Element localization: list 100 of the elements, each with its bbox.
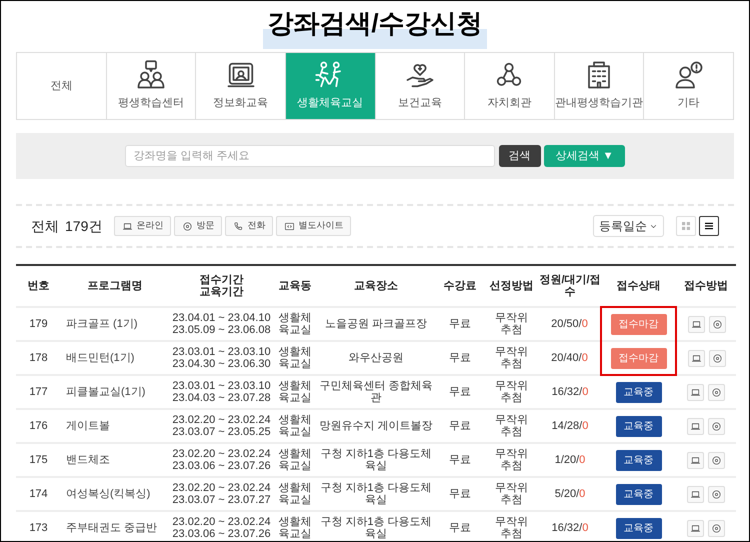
program-name[interactable]: 여성복싱(킥복싱) <box>61 477 169 511</box>
people-icon <box>136 60 166 90</box>
row-number: 177 <box>16 375 61 409</box>
filter-button[interactable]: 전화 <box>225 216 274 236</box>
apply-period: 23.04.01 ~ 23.04.10 <box>171 312 272 324</box>
apply-period: 23.03.01 ~ 23.03.10 <box>171 346 272 358</box>
apply-period: 23.02.20 ~ 23.02.24 <box>171 414 272 426</box>
row-number: 173 <box>16 511 61 541</box>
selection-method: 무작위추첨 <box>484 341 539 375</box>
place-name: 구민체육센터 종합체육관 <box>316 375 436 409</box>
location-icon <box>711 420 722 432</box>
course-period: 23.03.07 ~ 23.05.25 <box>171 426 272 438</box>
column-header: 교육장소 <box>316 265 436 307</box>
status-badge: 접수마감 <box>610 314 666 334</box>
program-name[interactable]: 파크골프 (1기) <box>61 307 169 341</box>
program-name[interactable]: 피클볼교실(1기) <box>61 375 169 409</box>
quota-count: 16/32/0 <box>552 522 588 534</box>
program-name[interactable]: 게이트볼 <box>61 409 169 443</box>
laptop-icon <box>690 352 702 364</box>
place-name: 노을공원 파크골프장 <box>316 307 436 341</box>
program-name[interactable]: 밴드체조 <box>61 443 169 477</box>
list-view-button[interactable] <box>699 216 719 236</box>
status-badge: 교육중 <box>616 518 662 538</box>
fee: 무료 <box>436 443 484 477</box>
location-icon <box>182 220 194 232</box>
building-name: 생활체육교실 <box>274 511 316 541</box>
column-header: 선정방법 <box>484 265 539 307</box>
laptop-icon <box>122 220 134 232</box>
quota-count: 1/20/0 <box>554 454 586 466</box>
location-icon <box>711 488 722 500</box>
fee: 무료 <box>436 409 484 443</box>
grid-icon <box>682 222 690 230</box>
program-name[interactable]: 배드민턴(1기) <box>61 341 169 375</box>
row-number: 179 <box>16 307 61 341</box>
course-period: 23.04.03 ~ 23.07.28 <box>171 392 272 404</box>
status-badge: 교육중 <box>616 382 662 402</box>
column-header: 접수상태 <box>601 265 676 307</box>
place-name: 와우산공원 <box>316 341 436 375</box>
column-header: 정원/대기/접수 <box>539 265 601 307</box>
search-field[interactable]: 강좌명을 입력해 주세요 <box>124 145 495 167</box>
building-name: 생활체육교실 <box>274 409 316 443</box>
code-window-icon <box>284 220 296 232</box>
search-button[interactable]: 검색 <box>498 145 541 167</box>
row-number: 174 <box>16 477 61 511</box>
sort-select[interactable]: 등록일순 <box>593 215 664 237</box>
column-header: 번호 <box>16 265 61 307</box>
course-period: 23.04.30 ~ 23.06.30 <box>171 358 272 370</box>
building-name: 생활체육교실 <box>274 341 316 375</box>
quota-count: 20/50/0 <box>551 318 588 330</box>
selection-method: 무작위추첨 <box>484 375 539 409</box>
status-badge: 교육중 <box>616 416 662 436</box>
building-name: 생활체육교실 <box>274 307 316 341</box>
laptop-icon <box>690 386 701 398</box>
place-name: 구청 지하1층 다용도체육실 <box>316 443 436 477</box>
place-name: 구청 지하1층 다용도체육실 <box>316 477 436 511</box>
laptop-icon <box>690 318 702 330</box>
column-header: 접수기간 교육기간 <box>169 265 274 307</box>
row-number: 176 <box>16 409 61 443</box>
filter-button[interactable]: 별도사이트 <box>276 216 352 236</box>
course-period: 23.03.06 ~ 23.07.26 <box>171 460 272 472</box>
program-name[interactable]: 주부태권도 중급반 <box>61 511 169 541</box>
apply-period: 23.02.20 ~ 23.02.24 <box>171 482 272 494</box>
total-label: 전체 <box>31 216 59 236</box>
column-header: 수강료 <box>436 265 484 307</box>
quota-count: 20/40/0 <box>551 352 588 364</box>
location-icon <box>711 522 722 534</box>
building-name: 생활체육교실 <box>274 375 316 409</box>
laptop-icon <box>690 488 701 500</box>
course-period: 23.03.06 ~ 23.07.26 <box>171 528 272 540</box>
selection-method: 무작위추첨 <box>484 409 539 443</box>
status-badge: 교육중 <box>616 450 662 470</box>
fee: 무료 <box>436 511 484 541</box>
phone-icon <box>233 220 244 232</box>
list-icon <box>705 222 713 230</box>
apply-period: 23.02.20 ~ 23.02.24 <box>171 516 272 528</box>
category-tab[interactable]: 관내평생학습기관 <box>554 53 644 119</box>
apply-period: 23.03.01 ~ 23.03.10 <box>171 380 272 392</box>
row-number: 175 <box>16 443 61 477</box>
location-icon <box>712 318 722 330</box>
fee: 무료 <box>436 341 484 375</box>
laptop-icon <box>690 522 701 534</box>
filter-button[interactable]: 방문 <box>174 216 222 236</box>
column-header: 프로그램명 <box>61 265 169 307</box>
quota-count: 14/28/0 <box>552 420 588 432</box>
quota-count: 16/32/0 <box>552 386 588 398</box>
laptop-icon <box>690 454 701 466</box>
location-icon <box>711 386 722 398</box>
place-name: 구청 지하1층 다용도체육실 <box>316 511 436 541</box>
filter-button[interactable]: 온라인 <box>114 216 172 236</box>
column-header: 교육동 <box>274 265 316 307</box>
quota-count: 5/20/0 <box>554 488 586 500</box>
fee: 무료 <box>436 375 484 409</box>
person-alert-icon <box>674 60 704 90</box>
status-badge: 교육중 <box>616 484 662 504</box>
total-count: 179건 <box>65 216 102 236</box>
building-name: 생활체육교실 <box>274 443 316 477</box>
column-header: 접수방법 <box>676 265 736 307</box>
building-name: 생활체육교실 <box>274 477 316 511</box>
selection-method: 무작위추첨 <box>484 307 539 341</box>
course-period: 23.05.09 ~ 23.06.08 <box>171 324 272 336</box>
